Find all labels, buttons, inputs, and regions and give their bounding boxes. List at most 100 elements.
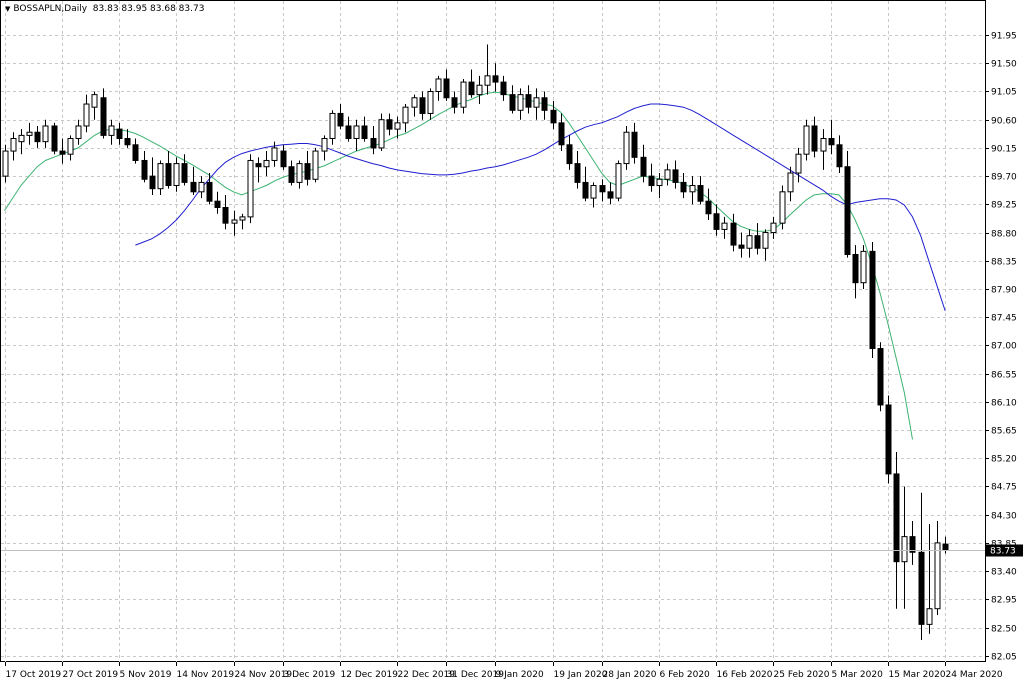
candle [599, 179, 606, 202]
candle-body [615, 163, 622, 199]
candle [75, 119, 82, 145]
candle [730, 213, 737, 252]
candle [255, 157, 262, 183]
candle [525, 85, 532, 114]
x-tick-label: 17 Oct 2019 [6, 670, 62, 680]
candle-body [909, 536, 916, 553]
candle-body [877, 348, 884, 406]
candle [852, 245, 859, 299]
candle-body [460, 81, 467, 108]
candle-body [492, 75, 499, 83]
candle-body [116, 128, 123, 140]
candle-body [787, 172, 794, 193]
candle [427, 88, 434, 120]
candle [173, 157, 180, 192]
candle [296, 160, 303, 189]
candle [860, 245, 867, 289]
price-axis: 91.95 91.50 91.05 90.60 90.15 89.70 89.25 88.80… [985, 32, 1023, 663]
y-tick-label: 82.50 [991, 625, 1017, 635]
price-chart[interactable]: 91.95 91.50 91.05 90.60 90.15 89.70 89.25 88.80… [0, 0, 1024, 683]
candle-body [705, 200, 712, 215]
y-tick-label: 85.20 [991, 455, 1017, 465]
candle-body [132, 144, 139, 161]
dropdown-triangle-icon[interactable]: ▼ [5, 5, 10, 13]
candle [402, 104, 409, 133]
candle [83, 94, 90, 133]
candle-body [296, 163, 303, 183]
chart-window[interactable]: 91.95 91.50 91.05 90.60 90.15 89.70 89.25 88.80… [0, 0, 1024, 683]
candle [214, 191, 221, 214]
candle [198, 176, 205, 199]
x-tick-label: 25 Feb 2020 [774, 670, 830, 680]
candle [672, 160, 679, 189]
y-tick-label: 83.40 [991, 568, 1017, 578]
candle [533, 88, 540, 120]
candle-body [402, 106, 409, 124]
x-tick-label: 16 Feb 2020 [717, 670, 773, 680]
candle-body [926, 608, 933, 625]
candle-body [181, 163, 188, 183]
candle [206, 173, 213, 205]
candle-body [59, 150, 66, 155]
candle [705, 188, 712, 221]
candle-body [656, 178, 663, 187]
candle-body [443, 78, 450, 99]
y-tick-label: 89.70 [991, 173, 1017, 183]
candle [312, 147, 319, 183]
candle [803, 119, 810, 161]
candle-body [100, 97, 107, 136]
candle [337, 104, 344, 130]
x-tick-label: 28 Jan 2020 [603, 670, 657, 680]
y-tick-label: 87.00 [991, 342, 1017, 352]
x-tick-label: 3 Dec 2019 [284, 670, 336, 680]
candle-body [582, 181, 589, 199]
candle [468, 69, 475, 98]
candle-body [10, 138, 17, 152]
y-tick-label: 90.15 [991, 145, 1017, 155]
candle-body [770, 222, 777, 234]
candle [451, 91, 458, 114]
plot-frame [0, 0, 986, 662]
x-tick-label: 5 Nov 2019 [120, 670, 172, 680]
candle-body [640, 156, 647, 177]
candle [590, 182, 597, 208]
candle-body [231, 219, 238, 224]
candle-body [51, 125, 58, 152]
candle-body [419, 97, 426, 114]
candle-body [312, 150, 319, 180]
candle [181, 154, 188, 186]
y-tick-label: 88.80 [991, 230, 1017, 240]
candle [738, 232, 745, 258]
candle-body [844, 166, 851, 256]
candle [10, 132, 17, 161]
grid [0, 0, 986, 662]
candle-body [157, 163, 164, 190]
candle-body [918, 551, 925, 625]
candle-body [484, 75, 491, 86]
candle-body [34, 131, 41, 143]
candle [623, 125, 630, 170]
candle-body [378, 119, 385, 149]
candle-body [239, 216, 246, 221]
ma-fast-line [4, 91, 913, 440]
candle [558, 113, 565, 152]
candle [59, 138, 66, 164]
y-tick-label: 91.05 [991, 88, 1017, 98]
candle-body [934, 542, 941, 610]
candle-body [680, 181, 687, 193]
candle [926, 524, 933, 634]
candle [779, 185, 786, 230]
y-tick-label: 91.95 [991, 32, 1017, 42]
candle-body [664, 169, 671, 180]
candle [893, 451, 900, 609]
candle-body [337, 112, 344, 127]
candle-body [566, 144, 573, 165]
candle-body [713, 213, 720, 230]
candle-body [255, 163, 262, 168]
y-tick-label: 88.35 [991, 258, 1017, 268]
x-tick-label: 5 Mar 2020 [832, 670, 884, 680]
candle-body [500, 81, 507, 96]
candle-body [836, 144, 843, 168]
candle [411, 94, 418, 117]
candle-body [779, 191, 786, 224]
